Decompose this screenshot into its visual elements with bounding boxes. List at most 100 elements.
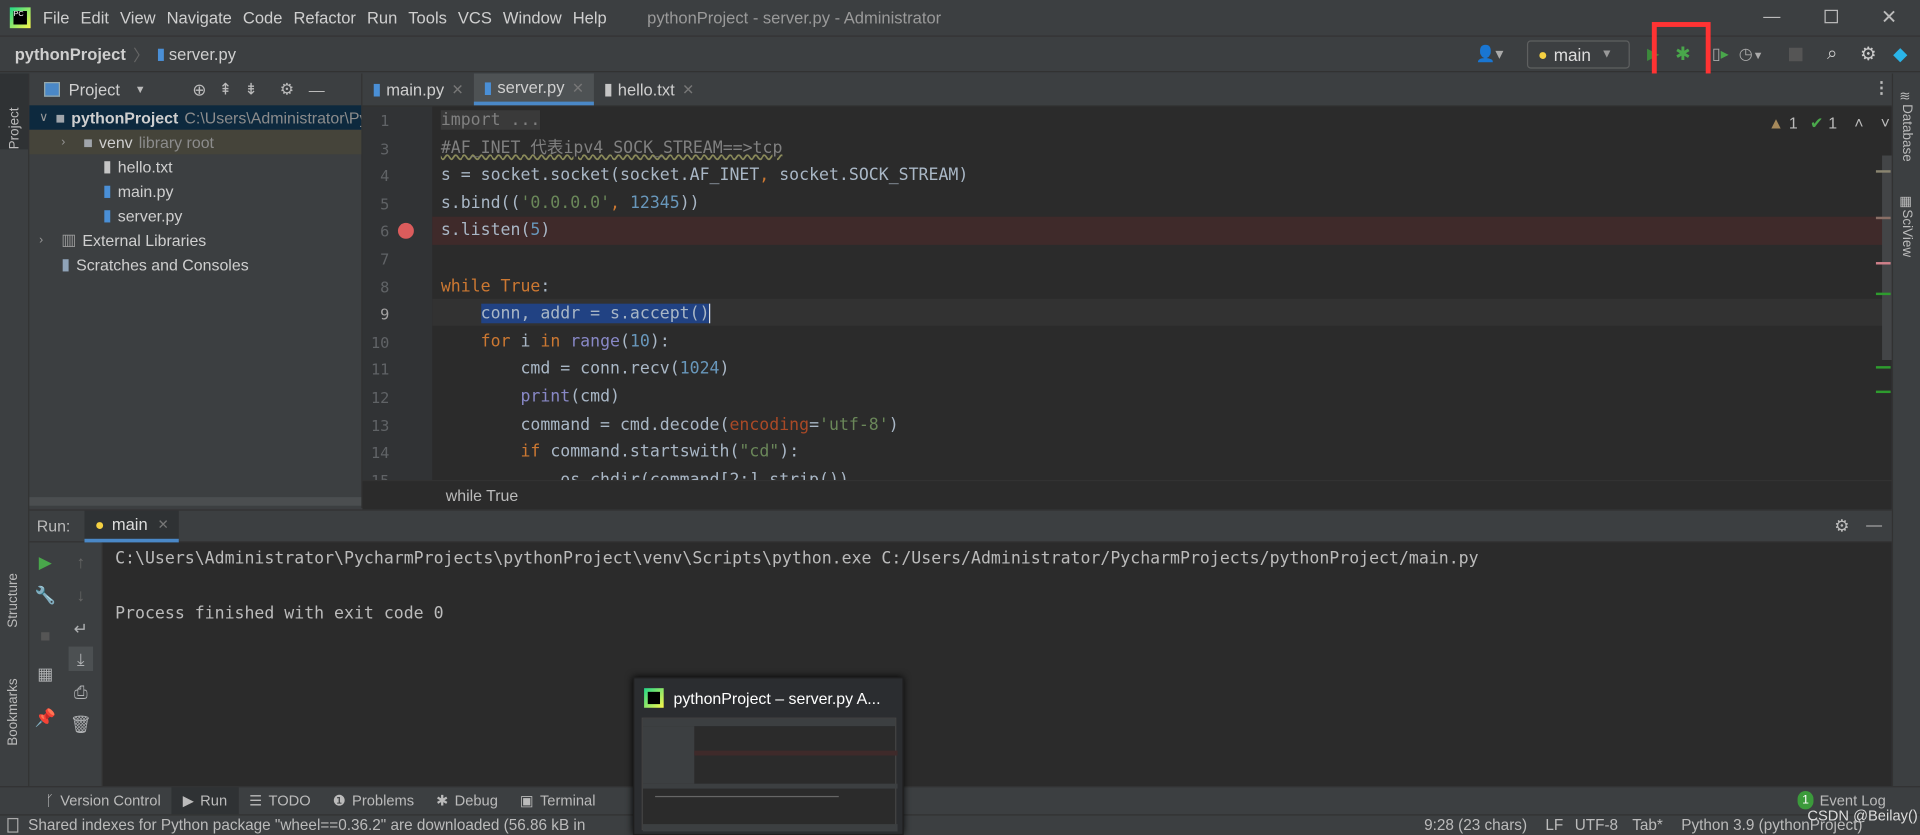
chevron-down-icon[interactable]: ∨ — [39, 111, 48, 124]
pin-icon[interactable]: 📌 — [33, 705, 57, 729]
gear-icon[interactable]: ⚙ — [280, 80, 294, 100]
tree-item[interactable]: ▮ server.py — [29, 203, 361, 227]
expand-all-icon[interactable]: ⇞ — [219, 80, 232, 100]
editor-scrollbar[interactable] — [1882, 155, 1892, 361]
tab-main-py[interactable]: ▮ main.py ✕ — [362, 73, 473, 105]
tree-item[interactable]: › ▥ External Libraries — [29, 228, 361, 252]
project-tool-tab[interactable]: Project — [0, 73, 29, 150]
code-with-me-icon[interactable]: ◆ — [1893, 43, 1907, 65]
window-thumbnail — [641, 717, 898, 832]
structure-tool-tab[interactable]: Structure — [6, 573, 21, 631]
up-icon[interactable]: ↑ — [69, 550, 93, 574]
menu-code[interactable]: Code — [243, 9, 283, 27]
stop-icon[interactable]: ■ — [33, 623, 57, 647]
debug-icon[interactable]: ✱ — [1675, 43, 1690, 65]
run-config-select[interactable]: ● main ▼ — [1526, 40, 1630, 69]
run-with-coverage-icon[interactable]: ▯▸ — [1712, 44, 1729, 64]
collapse-all-icon[interactable]: ⇟ — [244, 80, 257, 100]
editor-breadcrumb[interactable]: while True — [362, 480, 1892, 510]
soft-wrap-icon[interactable]: ↵ — [69, 616, 93, 640]
status-toggle-icon[interactable] — [7, 817, 19, 833]
code-token: print — [520, 386, 571, 407]
menu-view[interactable]: View — [120, 9, 156, 27]
run-tab-main[interactable]: ● main ✕ — [85, 510, 179, 542]
text-file-icon: ▮ — [603, 79, 613, 98]
tool-window-run[interactable]: ▶ Run — [171, 787, 239, 815]
window-preview-popup[interactable]: pythonProject – server.py A... — [633, 677, 904, 835]
horizontal-scrollbar[interactable] — [29, 497, 362, 506]
settings-icon[interactable]: ⚙ — [1860, 43, 1876, 65]
print-icon[interactable]: ⎙ — [69, 680, 93, 704]
tab-more-icon[interactable]: ⋮ — [1873, 78, 1889, 98]
tool-window-version-control[interactable]: ᚴ Version Control — [34, 787, 171, 814]
menu-refactor[interactable]: Refactor — [293, 9, 355, 27]
tree-item[interactable]: ▮ Scratches and Consoles — [29, 252, 361, 276]
layout-icon[interactable]: ▦ — [33, 661, 57, 685]
close-icon[interactable]: ✕ — [682, 81, 694, 98]
tab-hello-txt[interactable]: ▮ hello.txt ✕ — [594, 73, 704, 105]
tool-window-debug[interactable]: ✱ Debug — [425, 787, 509, 814]
hide-icon[interactable]: — — [309, 80, 325, 98]
minimize-button[interactable]: — — [1763, 6, 1780, 26]
tree-item[interactable]: › ■ venv library root — [29, 129, 362, 155]
settings-icon[interactable]: ⚙ — [1834, 516, 1849, 537]
search-icon[interactable]: ⌕ — [1827, 43, 1837, 64]
chevron-down-icon[interactable]: ▼ — [135, 83, 146, 95]
rerun-icon[interactable]: ▶ — [33, 550, 57, 574]
restore-button[interactable] — [1824, 9, 1838, 24]
project-view-select[interactable]: Project — [69, 80, 120, 98]
chevron-right-icon[interactable]: › — [39, 233, 54, 246]
scroll-to-end-icon[interactable]: ⤓ — [68, 646, 94, 672]
menu-vcs[interactable]: VCS — [458, 9, 492, 27]
bookmarks-tool-tab[interactable]: Bookmarks — [6, 678, 21, 749]
menu-navigate[interactable]: Navigate — [167, 9, 232, 27]
profile-icon[interactable]: ◷▼ — [1739, 44, 1764, 64]
tree-item[interactable]: ▮ main.py — [29, 179, 361, 203]
file-encoding[interactable]: UTF-8 — [1575, 817, 1618, 834]
menu-edit[interactable]: Edit — [81, 9, 109, 27]
close-icon[interactable]: ✕ — [451, 81, 463, 98]
code-token: , — [759, 165, 780, 186]
tool-window-problems[interactable]: ❶ Problems — [322, 787, 425, 814]
sciview-tool-tab[interactable]: ▦ SciView — [1899, 191, 1914, 257]
menu-tools[interactable]: Tools — [408, 9, 447, 27]
locate-icon[interactable]: ⊕ — [192, 79, 206, 100]
database-tool-tab[interactable]: ≋ Database — [1899, 86, 1914, 161]
chevron-right-icon[interactable]: › — [61, 135, 76, 148]
tool-window-label: Terminal — [539, 792, 596, 810]
line-separator[interactable]: LF — [1545, 817, 1563, 834]
tree-item[interactable]: ∨ ■ pythonProject C:\Users\Administrator\Py… — [29, 105, 362, 130]
breadcrumb-file[interactable]: server.py — [169, 45, 236, 63]
hide-icon[interactable]: — — [1866, 516, 1882, 534]
caret-position[interactable]: 9:28 (23 chars) — [1424, 817, 1527, 834]
code-line: conn, addr = s.accept() — [441, 300, 711, 327]
edit-config-icon[interactable]: 🔧 — [33, 583, 57, 607]
trash-icon[interactable]: 🗑 — [69, 711, 93, 735]
tool-window-todo[interactable]: ☰ TODO — [238, 787, 322, 814]
menu-help[interactable]: Help — [573, 9, 607, 27]
inspection-widget[interactable]: ▲ 1 ✔ 1 ˄ ˅ — [1768, 114, 1890, 134]
tab-server-py[interactable]: ▮ server.py ✕ — [473, 73, 594, 106]
navigation-bar: pythonProject 〉 ▮ server.py 👤▾ ● main ▼ … — [0, 22, 1920, 92]
user-icon[interactable]: 👤▾ — [1476, 44, 1504, 64]
warning-count: 1 — [1788, 113, 1798, 133]
down-icon[interactable]: ↓ — [69, 583, 93, 607]
previous-highlight-icon[interactable]: ˄ — [1854, 114, 1863, 134]
tree-item[interactable]: ▮ hello.txt — [29, 154, 361, 178]
stop-icon[interactable] — [1788, 47, 1803, 62]
indent-setting[interactable]: Tab* — [1632, 817, 1663, 834]
breadcrumb-project[interactable]: pythonProject — [15, 45, 126, 63]
menu-file[interactable]: File — [43, 9, 70, 27]
run-panel-header: Run: ● main ✕ ⚙ — — [29, 509, 1892, 543]
run-console[interactable]: C:\Users\Administrator\PycharmProjects\p… — [102, 542, 1892, 787]
menu-run[interactable]: Run — [367, 9, 397, 27]
tool-window-bar: ᚴ Version Control ▶ Run ☰ TODO ❶ Problems ✱ Debug… — [0, 786, 1920, 815]
close-icon[interactable]: ✕ — [572, 79, 584, 96]
close-button[interactable]: ✕ — [1881, 5, 1897, 29]
next-highlight-icon[interactable]: ˅ — [1881, 114, 1890, 134]
code-editor[interactable]: 1 import ... 3 #AF_INET 代表ipv4 SOCK_STREAM=… — [362, 106, 1892, 481]
status-message[interactable]: Shared indexes for Python package "wheel… — [28, 817, 585, 834]
tool-window-terminal[interactable]: ▣ Terminal — [509, 787, 607, 814]
close-icon[interactable]: ✕ — [157, 516, 168, 532]
menu-window[interactable]: Window — [503, 9, 562, 27]
